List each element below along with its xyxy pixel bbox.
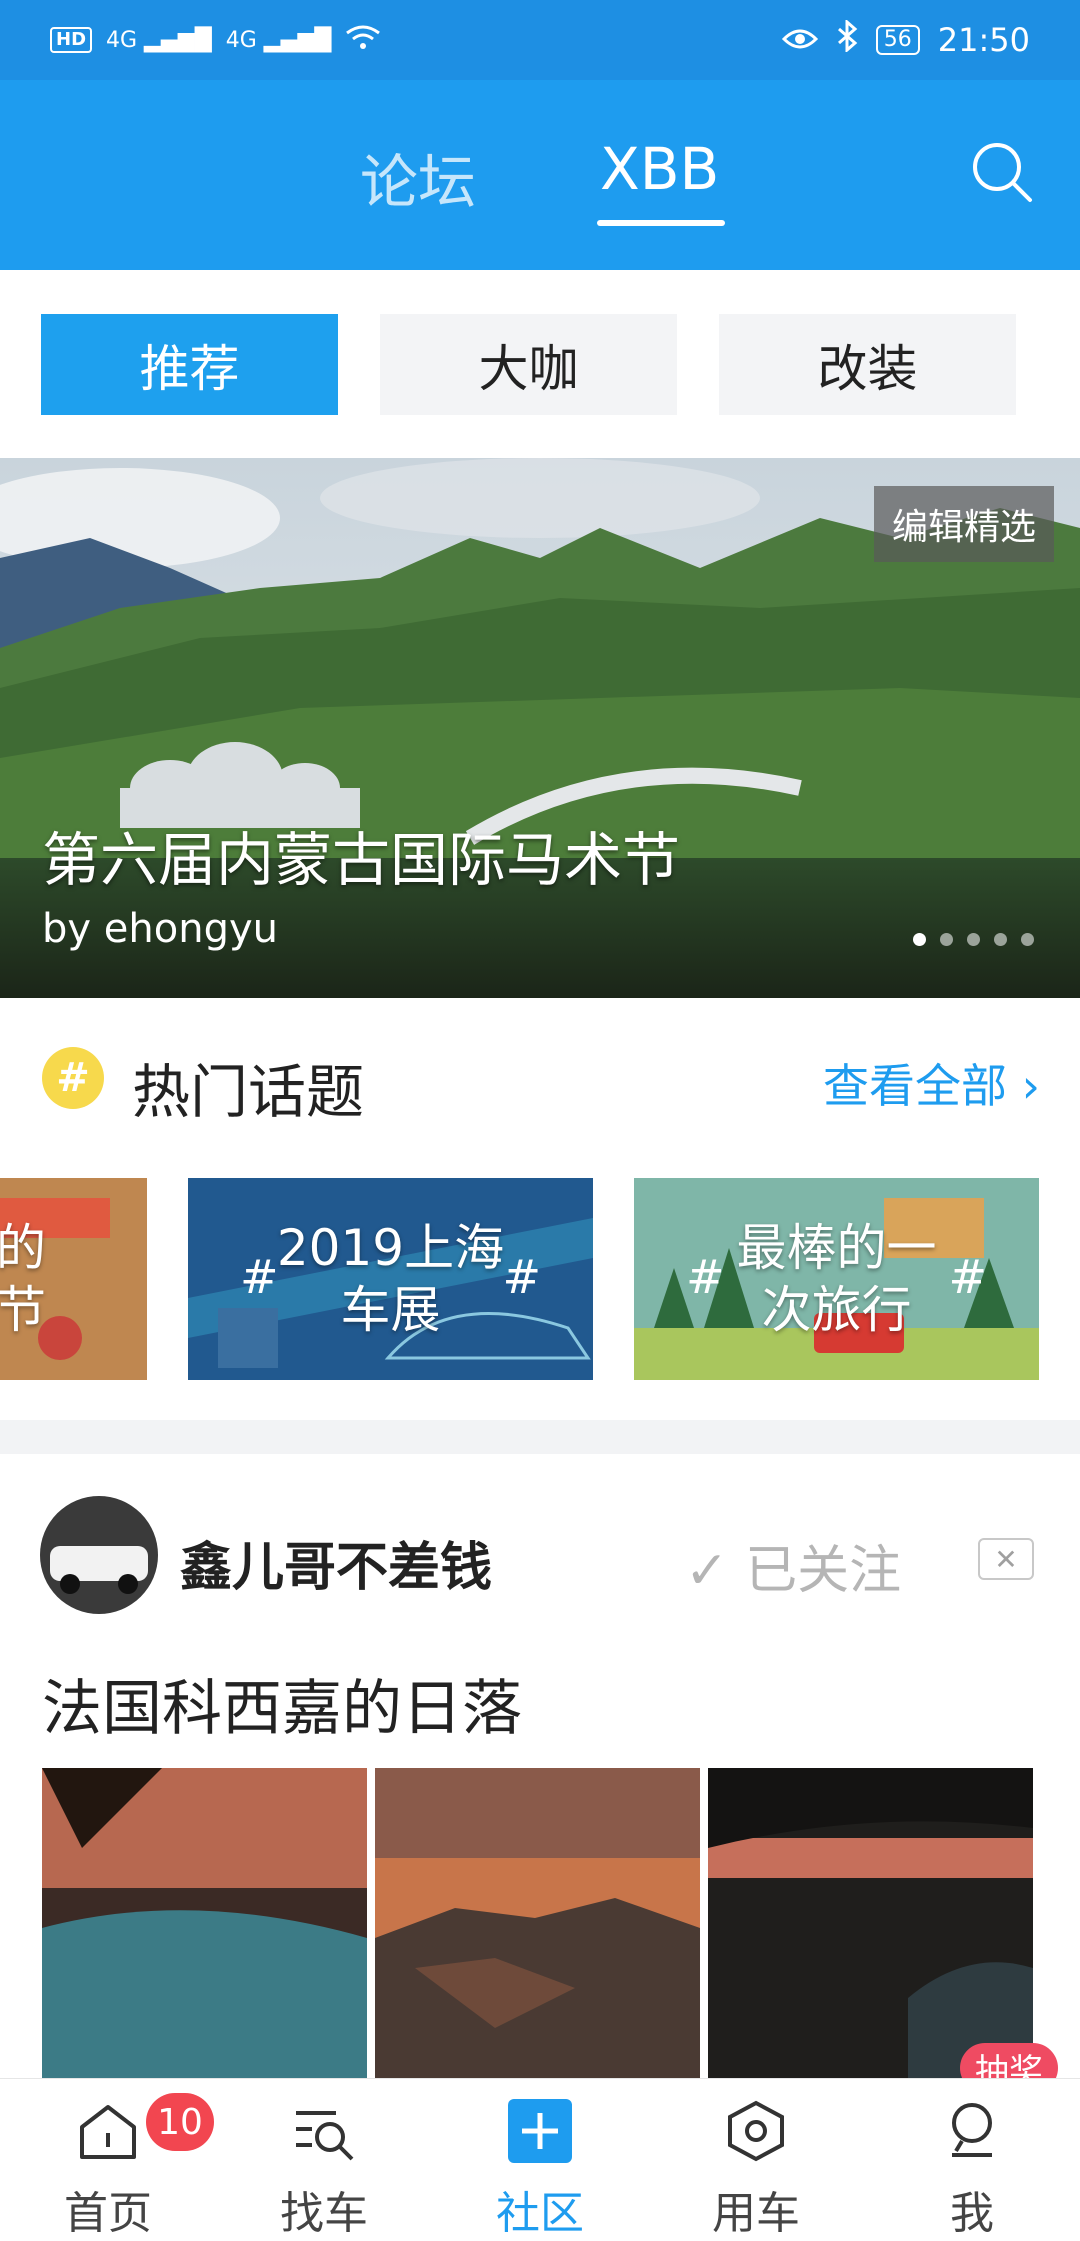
editors-pick-badge: 编辑精选 [873, 486, 1054, 562]
wifi-icon [345, 23, 381, 57]
segment-modified[interactable]: 改装 [719, 314, 1016, 415]
topic-label: 的 节 [0, 1219, 46, 1339]
search-icon[interactable] [970, 140, 1034, 204]
avatar[interactable] [40, 1496, 158, 1614]
tab-label: 首页 [64, 2188, 152, 2239]
tab-label: 用车 [712, 2188, 800, 2239]
community-plus-icon [508, 2099, 572, 2163]
carousel-dot [994, 933, 1007, 946]
segment-experts[interactable]: 大咖 [380, 314, 677, 415]
tab-forum[interactable]: 论坛 [360, 135, 476, 219]
profile-icon [952, 2103, 992, 2157]
carousel-dot [940, 933, 953, 946]
tab-find-car[interactable]: 找车 [216, 2079, 432, 2241]
status-left: HD 4G ▂▄▆█ 4G ▂▄▆█ [50, 23, 381, 57]
hot-topics-header: # 热门话题 查看全部 › [0, 1035, 1080, 1126]
segment-recommend[interactable]: 推荐 [41, 314, 338, 415]
followed-status[interactable]: ✓ 已关注 [685, 1528, 901, 1603]
post-title[interactable]: 法国科西嘉的日落 [42, 1660, 522, 1747]
use-car-icon [728, 2100, 784, 2162]
topic-carousel[interactable]: 的 节 # 2019上海 车展 # # 最棒的一 次旅行 # [0, 1178, 1080, 1380]
hashtag-icon: # [42, 1047, 104, 1109]
carousel-dot-active [913, 933, 926, 946]
post-image[interactable] [375, 1768, 700, 2078]
tab-label: 我 [950, 2188, 994, 2239]
tab-xbb[interactable]: XBB [600, 135, 719, 203]
tab-label: 社区 [496, 2188, 584, 2239]
find-car-icon [296, 2111, 354, 2161]
status-bar: HD 4G ▂▄▆█ 4G ▂▄▆█ 56 21:50 [0, 0, 1080, 80]
carousel-dot [967, 933, 980, 946]
post-image[interactable] [42, 1768, 367, 2078]
eye-icon [781, 21, 818, 59]
post-username[interactable]: 鑫儿哥不差钱 [180, 1525, 492, 1600]
active-tab-underline [597, 220, 725, 226]
tab-community[interactable]: 社区 [432, 2079, 648, 2241]
post-image[interactable] [708, 1768, 1033, 2078]
tab-use-car[interactable]: 用车 [648, 2079, 864, 2241]
top-header: 论坛 XBB [0, 80, 1080, 270]
tab-home[interactable]: 10 首页 [0, 2079, 216, 2241]
signal-4g-2: 4G ▂▄▆█ [225, 27, 332, 53]
hash-mark: # [948, 1250, 987, 1304]
status-right: 56 21:50 [781, 18, 1030, 60]
section-divider [0, 1420, 1080, 1454]
notification-badge: 10 [146, 2093, 214, 2151]
tab-label: 找车 [280, 2188, 368, 2239]
tab-profile[interactable]: 我 [864, 2079, 1080, 2241]
segment-control: 推荐 大咖 改装 [41, 314, 1016, 415]
clock: 21:50 [937, 21, 1030, 59]
bluetooth-icon [836, 18, 858, 60]
topic-card[interactable]: 的 节 [0, 1178, 147, 1380]
topic-card[interactable]: # 2019上海 车展 # [188, 1178, 593, 1380]
see-all-link[interactable]: 查看全部 › [823, 1050, 1040, 1116]
carousel-indicator [913, 933, 1034, 946]
close-icon[interactable]: ✕ [978, 1538, 1034, 1580]
carousel-dot [1021, 933, 1034, 946]
section-title: 热门话题 [132, 1058, 365, 1126]
banner-author: by ehongyu [42, 906, 278, 952]
hd-indicator: HD [50, 27, 93, 53]
topic-card[interactable]: # 最棒的一 次旅行 # [634, 1178, 1039, 1380]
banner-title: 第六届内蒙古国际马术节 [42, 826, 681, 894]
battery-indicator: 56 [875, 25, 920, 55]
signal-4g-1: 4G ▂▄▆█ [106, 27, 212, 53]
bottom-tab-bar: 10 首页 找车 社区 用车 我 [0, 2078, 1080, 2241]
featured-banner[interactable]: 编辑精选 第六届内蒙古国际马术节 by ehongyu [0, 458, 1080, 998]
check-icon: ✓ [685, 1541, 746, 1601]
home-icon [80, 2105, 136, 2159]
hash-mark: # [502, 1250, 541, 1304]
